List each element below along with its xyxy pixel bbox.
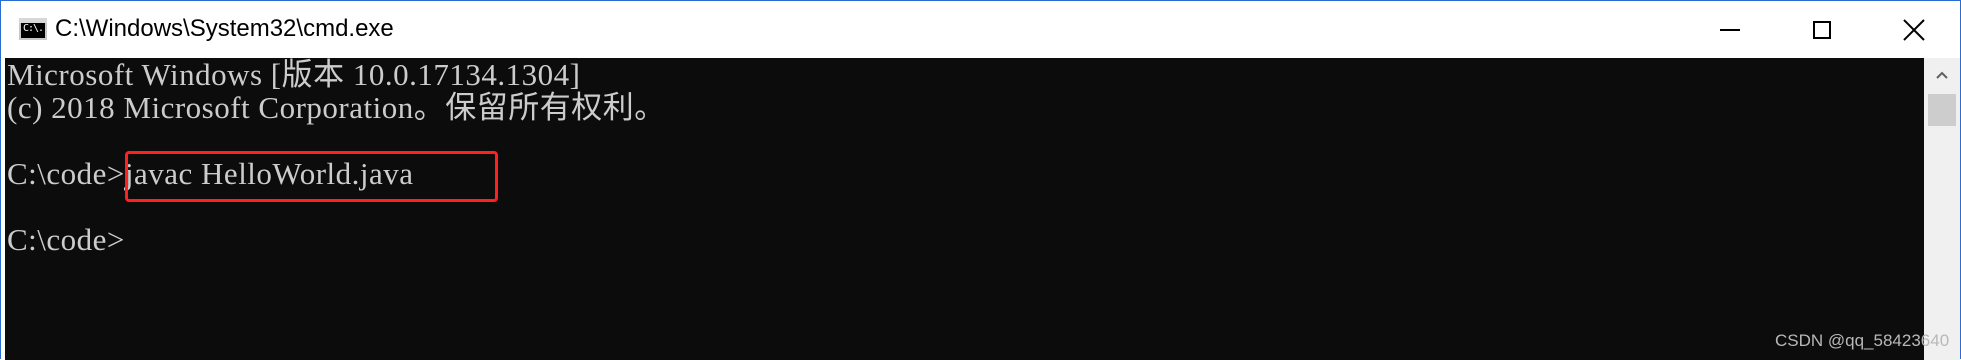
scrollbar-thumb[interactable] bbox=[1928, 94, 1956, 126]
console-line-version: Microsoft Windows [版本 10.0.17134.1304] bbox=[7, 58, 581, 92]
prompt: C:\code> bbox=[7, 156, 125, 191]
console-line-command: C:\code>javac HelloWorld.java bbox=[7, 157, 414, 191]
console-line-copyright: (c) 2018 Microsoft Corporation。保留所有权利。 bbox=[7, 90, 666, 125]
minimize-icon bbox=[1720, 28, 1740, 31]
minimize-button[interactable] bbox=[1684, 1, 1776, 58]
console-app-icon: C:\. bbox=[19, 18, 47, 40]
chevron-up-icon bbox=[1936, 71, 1948, 79]
command-text: javac HelloWorld.java bbox=[124, 156, 414, 191]
close-button[interactable] bbox=[1868, 1, 1960, 58]
console-output-area[interactable]: Microsoft Windows [版本 10.0.17134.1304] (… bbox=[5, 58, 1924, 360]
watermark-text: CSDN @qq_58423640 bbox=[1775, 331, 1950, 350]
maximize-button[interactable] bbox=[1776, 1, 1868, 58]
window-title: C:\Windows\System32\cmd.exe bbox=[55, 15, 394, 42]
maximize-icon bbox=[1813, 20, 1831, 39]
scroll-up-button[interactable] bbox=[1924, 58, 1960, 92]
console-line-prompt: C:\code> bbox=[7, 222, 125, 257]
title-bar[interactable]: C:\. C:\Windows\System32\cmd.exe bbox=[1, 1, 1960, 58]
cmd-window: C:\. C:\Windows\System32\cmd.exe Microso… bbox=[0, 0, 1961, 360]
close-icon bbox=[1903, 18, 1925, 41]
vertical-scrollbar[interactable] bbox=[1924, 58, 1960, 360]
